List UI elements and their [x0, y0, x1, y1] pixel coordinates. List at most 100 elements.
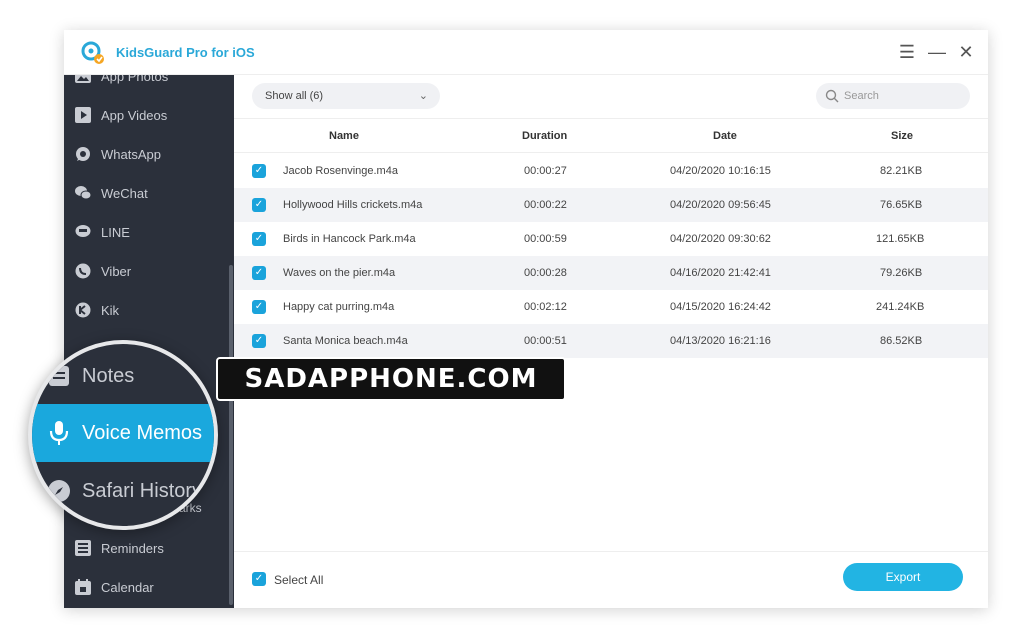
column-header-name[interactable]: Name — [329, 119, 359, 153]
search-icon — [825, 89, 839, 103]
file-name: Santa Monica beach.m4a — [283, 335, 408, 347]
column-header-date[interactable]: Date — [713, 119, 737, 153]
row-checkbox[interactable]: ✓ — [252, 232, 266, 246]
footer-bar: ✓ Select All Export — [234, 551, 988, 608]
file-duration: 00:00:28 — [524, 267, 567, 279]
menu-icon[interactable]: ☰ — [896, 41, 918, 63]
viber-icon — [74, 262, 92, 280]
watermark-banner: SADAPPHONE.COM — [216, 357, 566, 401]
row-checkbox[interactable]: ✓ — [252, 334, 266, 348]
zoom-item-label: Notes — [82, 364, 135, 387]
table-row[interactable]: ✓ Santa Monica beach.m4a 00:00:51 04/13/… — [234, 324, 988, 358]
sidebar-item-viber[interactable]: Viber — [64, 252, 234, 290]
select-all-checkbox[interactable]: ✓ — [252, 572, 266, 586]
table-row[interactable]: ✓ Hollywood Hills crickets.m4a 00:00:22 … — [234, 188, 988, 222]
app-window: KidsGuard Pro for iOS ☰ — ✕ App Photos A… — [64, 30, 988, 608]
magnifier-zoom: Notes Voice Memos Safari History — [28, 340, 218, 530]
line-icon — [74, 223, 92, 241]
file-size: 121.65KB — [876, 233, 925, 245]
file-size: 76.65KB — [880, 199, 923, 211]
table-row[interactable]: ✓ Happy cat purring.m4a 00:02:12 04/15/2… — [234, 290, 988, 324]
select-all-label[interactable]: Select All — [274, 571, 323, 589]
search-placeholder: Search — [844, 90, 879, 102]
zoom-item-safari-history[interactable]: Safari History — [32, 462, 214, 520]
file-duration: 00:00:51 — [524, 335, 567, 347]
sidebar-item-whatsapp[interactable]: WhatsApp — [64, 135, 234, 173]
reminders-icon — [74, 539, 92, 557]
file-duration: 00:00:22 — [524, 199, 567, 211]
sidebar-scrollbar[interactable] — [229, 265, 233, 605]
file-size: 82.21KB — [880, 165, 923, 177]
table-row[interactable]: ✓ Waves on the pier.m4a 00:00:28 04/16/2… — [234, 256, 988, 290]
row-checkbox[interactable]: ✓ — [252, 198, 266, 212]
close-button[interactable]: ✕ — [955, 41, 977, 63]
file-size: 241.24KB — [876, 301, 925, 313]
sidebar: App Photos App Videos WhatsApp WeChat LI… — [64, 75, 234, 608]
sidebar-item-label: Viber — [101, 263, 132, 279]
table-row[interactable]: ✓ Jacob Rosenvinge.m4a 00:00:27 04/20/20… — [234, 154, 988, 188]
sidebar-item-label: Calendar — [101, 579, 154, 595]
zoom-item-voice-memos[interactable]: Voice Memos — [32, 404, 214, 462]
file-date: 04/13/2020 16:21:16 — [670, 335, 771, 347]
file-date: 04/15/2020 16:24:42 — [670, 301, 771, 313]
file-duration: 00:02:12 — [524, 301, 567, 313]
photo-icon — [74, 75, 92, 85]
filter-dropdown[interactable]: Show all (6) ⌄ — [252, 83, 440, 109]
video-icon — [74, 106, 92, 124]
zoom-item-label: Safari History — [82, 479, 203, 502]
chevron-down-icon: ⌄ — [418, 90, 428, 102]
sidebar-item-label: LINE — [101, 224, 130, 240]
search-input[interactable]: Search — [816, 83, 970, 109]
export-button[interactable]: Export — [843, 563, 963, 591]
file-name: Jacob Rosenvinge.m4a — [283, 165, 398, 177]
table-header: Name Duration Date Size — [234, 119, 988, 153]
row-checkbox[interactable]: ✓ — [252, 164, 266, 178]
sidebar-item-reminders[interactable]: Reminders — [64, 529, 234, 567]
file-duration: 00:00:27 — [524, 165, 567, 177]
compass-icon — [44, 476, 74, 506]
sidebar-item-label: Reminders — [101, 540, 164, 556]
file-name: Hollywood Hills crickets.m4a — [283, 199, 423, 211]
kidsguard-logo-icon — [81, 41, 104, 64]
sidebar-item-label: App Photos — [101, 75, 169, 84]
file-name: Happy cat purring.m4a — [283, 301, 395, 313]
column-header-duration[interactable]: Duration — [522, 119, 567, 153]
whatsapp-icon — [74, 145, 92, 163]
file-date: 04/16/2020 21:42:41 — [670, 267, 771, 279]
sidebar-item-label: WhatsApp — [101, 146, 161, 162]
file-size: 86.52KB — [880, 335, 923, 347]
zoom-item-notes[interactable]: Notes — [32, 347, 214, 405]
calendar-icon — [74, 578, 92, 596]
file-date: 04/20/2020 09:30:62 — [670, 233, 771, 245]
zoom-item-label: Voice Memos — [82, 421, 203, 444]
column-header-size[interactable]: Size — [891, 119, 913, 153]
title-bar: KidsGuard Pro for iOS ☰ — ✕ — [64, 30, 988, 75]
sidebar-item-wechat[interactable]: WeChat — [64, 174, 234, 212]
notes-icon — [44, 361, 74, 391]
filter-label: Show all (6) — [265, 90, 324, 102]
toolbar: Show all (6) ⌄ Search — [234, 75, 988, 119]
sidebar-item-label: App Videos — [101, 107, 168, 123]
minimize-button[interactable]: — — [926, 41, 948, 63]
kik-icon — [74, 301, 92, 319]
wechat-icon — [74, 184, 92, 202]
file-size: 79.26KB — [880, 267, 923, 279]
sidebar-item-app-photos[interactable]: App Photos — [64, 75, 234, 95]
file-date: 04/20/2020 10:16:15 — [670, 165, 771, 177]
sidebar-item-label: WeChat — [101, 185, 148, 201]
sidebar-item-app-videos[interactable]: App Videos — [64, 96, 234, 134]
row-checkbox[interactable]: ✓ — [252, 300, 266, 314]
file-duration: 00:00:59 — [524, 233, 567, 245]
file-name: Waves on the pier.m4a — [283, 267, 396, 279]
microphone-icon — [44, 418, 74, 448]
sidebar-item-kik[interactable]: Kik — [64, 291, 234, 329]
file-name: Birds in Hancock Park.m4a — [283, 233, 416, 245]
sidebar-item-calendar[interactable]: Calendar — [64, 568, 234, 606]
app-title: KidsGuard Pro for iOS — [116, 45, 255, 60]
sidebar-item-line[interactable]: LINE — [64, 213, 234, 251]
main-panel: Show all (6) ⌄ Search Name Duration Date… — [234, 75, 988, 608]
sidebar-item-label: Kik — [101, 302, 120, 318]
table-row[interactable]: ✓ Birds in Hancock Park.m4a 00:00:59 04/… — [234, 222, 988, 256]
file-date: 04/20/2020 09:56:45 — [670, 199, 771, 211]
row-checkbox[interactable]: ✓ — [252, 266, 266, 280]
